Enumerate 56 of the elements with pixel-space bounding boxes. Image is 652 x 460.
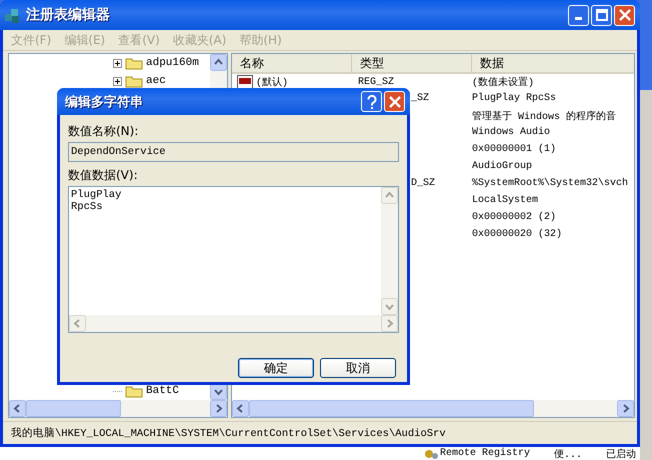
- service-text: 便...: [554, 448, 582, 460]
- minimize-button[interactable]: [568, 4, 589, 26]
- expand-icon[interactable]: [113, 76, 122, 86]
- scroll-up-button[interactable]: [210, 54, 227, 71]
- value-type: REG_SZ: [358, 76, 394, 88]
- cancel-button[interactable]: 取消: [320, 358, 396, 378]
- column-header[interactable]: 数据: [472, 54, 634, 72]
- expand-icon[interactable]: [113, 58, 122, 68]
- value-data-label: 数值数据(V):: [68, 167, 139, 183]
- close-icon: [618, 9, 630, 21]
- maximize-button[interactable]: [591, 4, 612, 26]
- value-data: 0x00000002 (2): [472, 212, 556, 223]
- dialog-title: 编辑多字符串: [65, 94, 144, 110]
- value-name-field[interactable]: DependOnService: [68, 142, 399, 162]
- scroll-right-button[interactable]: [210, 400, 227, 418]
- scroll-left-button[interactable]: [9, 400, 26, 418]
- minimize-icon: [575, 17, 582, 20]
- tree-item[interactable]: adpu160m: [146, 57, 199, 69]
- ok-button[interactable]: 确定: [238, 358, 314, 378]
- value-data: AudioGroup: [472, 161, 532, 172]
- close-button[interactable]: [384, 91, 405, 112]
- help-icon: [366, 94, 378, 108]
- value-data: 0x00000001 (1): [472, 144, 556, 155]
- multi-string-field[interactable]: PlugPlay RpcSs: [68, 186, 399, 333]
- string-value-icon: [237, 75, 253, 89]
- service-name: Remote Registry: [440, 448, 530, 459]
- horizontal-scrollbar[interactable]: [232, 400, 634, 418]
- help-button[interactable]: [361, 91, 382, 112]
- value-data: Windows Audio: [472, 127, 550, 138]
- close-button[interactable]: [614, 4, 635, 26]
- scroll-thumb[interactable]: [26, 400, 121, 418]
- column-header[interactable]: 名称: [232, 54, 352, 72]
- registry-path: 我的电脑\HKEY_LOCAL_MACHINE\SYSTEM\CurrentControlSet\Services\AudioSrv: [11, 426, 446, 440]
- horizontal-scrollbar[interactable]: [9, 400, 227, 418]
- value-data: LocalSystem: [472, 195, 538, 206]
- value-data: 管理基于 Windows 的程序的音: [472, 110, 616, 122]
- value-data: PlugPlay RpcSs: [472, 93, 556, 104]
- value-data: 0x00000020 (32): [472, 229, 562, 240]
- scroll-thumb[interactable]: [249, 400, 534, 418]
- service-status: 已启动: [606, 448, 636, 460]
- close-icon: [388, 96, 400, 108]
- scroll-right-button[interactable]: [617, 400, 634, 418]
- value-type: D_SZ: [411, 178, 436, 189]
- value-type: _SZ: [411, 93, 430, 104]
- tree-item[interactable]: BattC: [146, 385, 180, 398]
- value-name-label: 数值名称(N):: [68, 123, 140, 139]
- value-data: %SystemRoot%\System32\svch: [472, 178, 628, 189]
- column-header[interactable]: 类型: [352, 54, 472, 72]
- value-data: (数值未设置): [472, 76, 534, 89]
- maximize-icon: [596, 9, 608, 21]
- window-title: 注册表编辑器: [26, 6, 111, 24]
- folder-icon: [125, 56, 143, 70]
- value-name[interactable]: (默认): [256, 75, 288, 89]
- tree-item[interactable]: aec: [146, 75, 166, 87]
- scroll-left-button[interactable]: [232, 400, 249, 418]
- cubes-icon: [3, 6, 21, 24]
